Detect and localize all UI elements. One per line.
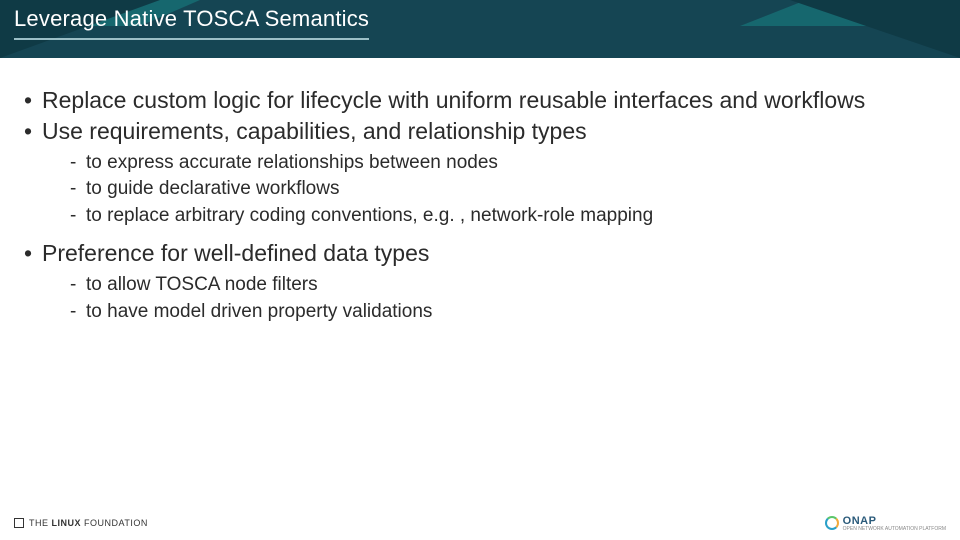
onap-logo: ONAP OPEN NETWORK AUTOMATION PLATFORM (825, 515, 946, 532)
linux-foundation-text: THE LINUX FOUNDATION (29, 518, 148, 528)
sub-bullet-list: - to express accurate relationships betw… (70, 150, 936, 230)
title-container: Leverage Native TOSCA Semantics (0, 0, 960, 58)
dash-marker: - (70, 150, 86, 177)
onap-ring-icon (825, 516, 839, 530)
lf-suffix: FOUNDATION (84, 518, 148, 528)
dash-marker: - (70, 176, 86, 203)
bullet-marker: • (24, 239, 42, 268)
onap-label: ONAP (843, 515, 946, 527)
slide-body: • Replace custom logic for lifecycle wit… (0, 58, 960, 325)
linux-foundation-logo: THE LINUX FOUNDATION (14, 518, 148, 528)
dash-marker: - (70, 272, 86, 299)
bullet-level2: - to replace arbitrary coding convention… (70, 203, 936, 230)
bullet-level2: - to have model driven property validati… (70, 299, 936, 326)
title-underline (14, 38, 369, 40)
sub-bullet-text: to have model driven property validation… (86, 299, 936, 326)
logo-square-icon (14, 518, 24, 528)
bullet-text: Replace custom logic for lifecycle with … (42, 86, 936, 115)
bullet-level2: - to express accurate relationships betw… (70, 150, 936, 177)
bullet-text: Preference for well-defined data types (42, 239, 936, 268)
header-banner: Leverage Native TOSCA Semantics (0, 0, 960, 58)
onap-text-block: ONAP OPEN NETWORK AUTOMATION PLATFORM (843, 515, 946, 532)
bullet-marker: • (24, 117, 42, 146)
onap-subtitle: OPEN NETWORK AUTOMATION PLATFORM (843, 527, 946, 532)
bullet-level2: - to guide declarative workflows (70, 176, 936, 203)
dash-marker: - (70, 299, 86, 326)
sub-bullet-text: to replace arbitrary coding conventions,… (86, 203, 936, 230)
sub-bullet-list: - to allow TOSCA node filters - to have … (70, 272, 936, 325)
sub-bullet-text: to express accurate relationships betwee… (86, 150, 936, 177)
sub-bullet-text: to allow TOSCA node filters (86, 272, 936, 299)
bullet-level1: • Preference for well-defined data types (24, 239, 936, 268)
bullet-text: Use requirements, capabilities, and rela… (42, 117, 936, 146)
sub-bullet-text: to guide declarative workflows (86, 176, 936, 203)
slide-title: Leverage Native TOSCA Semantics (14, 6, 369, 32)
footer: THE LINUX FOUNDATION ONAP OPEN NETWORK A… (0, 506, 960, 540)
bullet-marker: • (24, 86, 42, 115)
lf-prefix: THE (29, 518, 49, 528)
bullet-level1: • Replace custom logic for lifecycle wit… (24, 86, 936, 115)
bullet-level2: - to allow TOSCA node filters (70, 272, 936, 299)
slide: Leverage Native TOSCA Semantics • Replac… (0, 0, 960, 540)
lf-bold: LINUX (52, 518, 82, 528)
bullet-level1: • Use requirements, capabilities, and re… (24, 117, 936, 146)
dash-marker: - (70, 203, 86, 230)
